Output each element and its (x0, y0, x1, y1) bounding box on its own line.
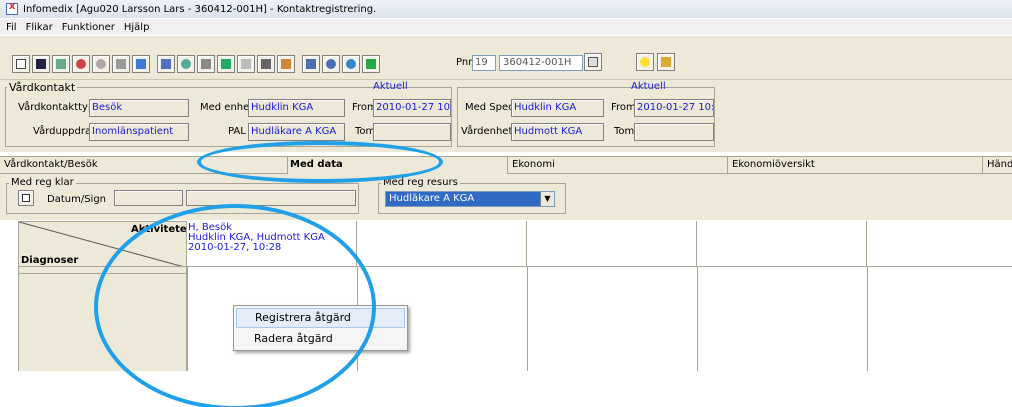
tom-label-2: Tom (614, 126, 635, 137)
chart-icon[interactable] (197, 55, 215, 73)
resurs-dropdown[interactable]: Hudläkare A KGA ▼ (385, 191, 555, 207)
aktuell-label-2: Aktuell (631, 81, 666, 92)
document-search-icon[interactable] (362, 55, 380, 73)
help-icon[interactable] (636, 53, 654, 71)
from-field-2[interactable]: 2010-01-27 10:28 (634, 99, 714, 117)
uppdrag-label: Vårduppdrag (33, 126, 98, 137)
smiley-icon[interactable] (342, 55, 360, 73)
sign-field[interactable] (186, 190, 356, 206)
med-reg-klar-label: Med reg klar (9, 177, 76, 188)
vardkontakt-title: Vårdkontakt (7, 81, 78, 94)
gear-icon[interactable] (322, 55, 340, 73)
from-field-1[interactable]: 2010-01-27 10:28 (373, 99, 451, 117)
grid-line (527, 267, 528, 371)
diagnoser-header: Diagnoser (21, 255, 79, 266)
tab-ekonomioversikt[interactable]: Ekonomiöversikt (728, 157, 983, 174)
arrow-down-icon[interactable] (277, 55, 295, 73)
edit-icon[interactable] (52, 55, 70, 73)
tree-icon[interactable] (217, 55, 235, 73)
save-icon[interactable] (32, 55, 50, 73)
empty-column-header (527, 221, 697, 267)
menu-flikar[interactable]: Flikar (26, 22, 53, 33)
resurs-dropdown-value: Hudläkare A KGA (389, 193, 475, 204)
kontakttyp-label: Vårdkontakttyp (18, 102, 95, 113)
vardenhet-label: Vårdenhet (461, 126, 513, 137)
menu-bar: Fil Flikar Funktioner Hjälp (0, 19, 1012, 35)
tom-field-1[interactable] (373, 123, 451, 141)
menu-funktioner[interactable]: Funktioner (62, 22, 115, 33)
window-title: Infomedix [Agu020 Larsson Lars - 360412-… (23, 3, 377, 15)
monitor-icon[interactable] (132, 55, 150, 73)
uppdrag-field[interactable]: Inomlänspatient (89, 123, 189, 141)
print-icon[interactable] (237, 55, 255, 73)
patient-icon[interactable] (72, 55, 90, 73)
annotation-ellipse-tab (197, 141, 443, 183)
kontakttyp-field[interactable]: Besök (89, 99, 189, 117)
diag-icon[interactable] (157, 55, 175, 73)
search-patient-icon[interactable] (584, 53, 602, 71)
empty-column-header (357, 221, 527, 267)
vardenhet-field[interactable]: Hudmott KGA (511, 123, 604, 141)
pnr-label: Pnr (456, 57, 473, 68)
pal-field[interactable]: Hudläkare A KGA (248, 123, 345, 141)
tab-ekonomi[interactable]: Ekonomi (508, 157, 728, 174)
pnr-field[interactable]: 360412-001H (499, 55, 583, 71)
new-document-icon[interactable] (12, 55, 30, 73)
pnr-century-field[interactable]: 19 (472, 55, 496, 71)
pal-label: PAL (228, 126, 246, 137)
dx-icon[interactable] (112, 55, 130, 73)
empty-column-header (697, 221, 867, 267)
aktuell-label-1: Aktuell (373, 81, 408, 92)
annotation-ellipse-menu (94, 204, 376, 407)
grid-line (867, 267, 868, 371)
checklist-icon[interactable] (302, 55, 320, 73)
chevron-down-icon[interactable]: ▼ (540, 192, 554, 206)
tom-field-2[interactable] (634, 123, 714, 141)
med-enhet-label: Med enhet (200, 102, 254, 113)
tools-icon[interactable] (657, 53, 675, 71)
tab-bar: Vårdkontakt/Besök Med data Ekonomi Ekono… (0, 156, 1012, 174)
vardkontakt-section: Vårdkontakt Aktuell Vårdkontakttyp Besök… (0, 80, 1012, 152)
med-spec-label: Med Spec (465, 102, 514, 113)
menu-hjalp[interactable]: Hjälp (124, 22, 150, 33)
app-icon (6, 1, 18, 15)
sign-icon[interactable] (18, 190, 34, 206)
toolbar: Pnr 19 360412-001H (0, 36, 1012, 80)
datum-sign-label: Datum/Sign (47, 194, 107, 205)
med-spec-field[interactable]: Hudklin KGA (511, 99, 604, 117)
patient-gray-icon[interactable] (92, 55, 110, 73)
med-enhet-field[interactable]: Hudklin KGA (248, 99, 345, 117)
empty-column-header (867, 221, 1012, 267)
tab-handelser[interactable]: Händ (983, 157, 1012, 174)
copy-icon[interactable] (257, 55, 275, 73)
globe-icon[interactable] (177, 55, 195, 73)
datum-field[interactable] (114, 190, 183, 206)
menu-fil[interactable]: Fil (6, 22, 17, 33)
title-bar: Infomedix [Agu020 Larsson Lars - 360412-… (0, 0, 1012, 18)
from-label-2: From (611, 102, 636, 113)
grid-line (697, 267, 698, 371)
